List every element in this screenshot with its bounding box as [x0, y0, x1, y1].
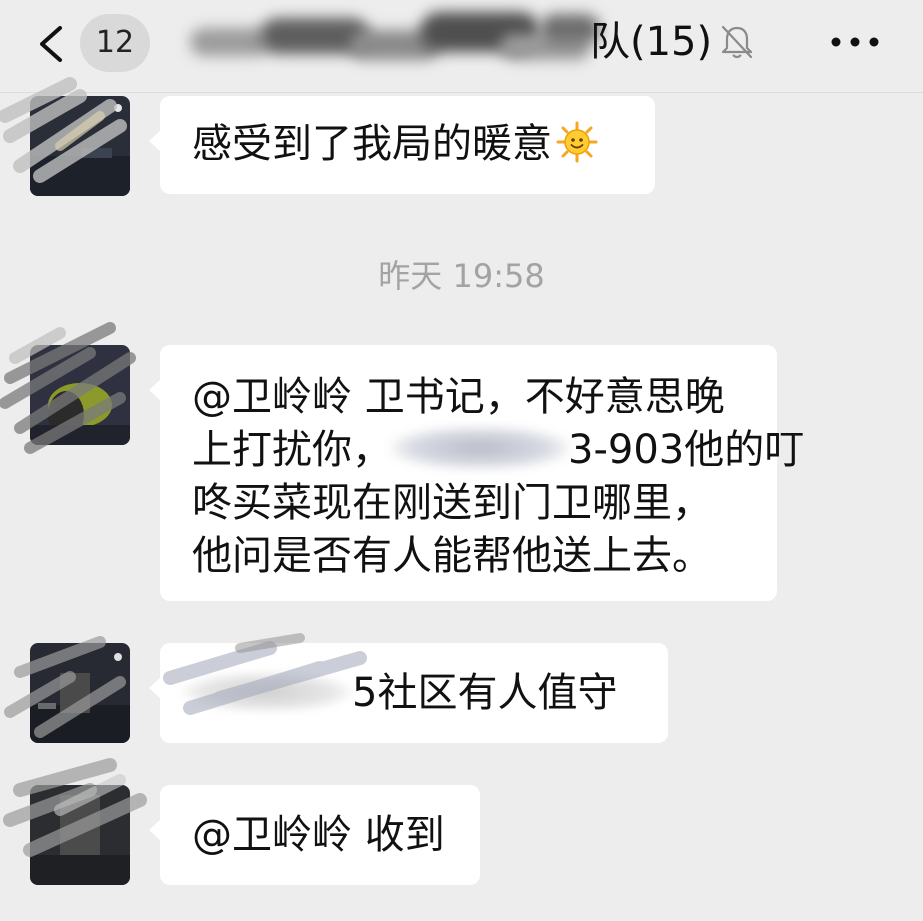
avatar-redaction-scribble: [4, 636, 126, 738]
message-bubble[interactable]: @卫岭岭 收到: [149, 785, 480, 885]
message-text-line: 咚买菜现在刚送到门卫哪里，: [192, 480, 712, 526]
text-redaction-scribble: [163, 633, 367, 715]
message-text-fragment: 3-903他的叮: [568, 427, 805, 473]
avatar-redaction-scribble: [0, 322, 136, 454]
message-text-line: @卫岭岭 卫书记，不好意思晚: [192, 374, 725, 420]
message-text-line-redacted: 上打扰你， 3-903他的叮: [192, 424, 804, 477]
message-bubble[interactable]: 感受到了我局的暖意: [149, 96, 655, 194]
redacted-text: [392, 427, 568, 469]
bell-muted-icon: [721, 25, 753, 59]
unread-count-badge[interactable]: 12: [80, 14, 150, 72]
message-timestamp: 昨天 19:58: [378, 257, 545, 295]
avatar-redaction-scribble: [0, 77, 127, 183]
message-text-line: 他问是否有人能帮他送上去。: [192, 533, 712, 579]
avatar-redaction-scribble: [3, 758, 147, 857]
sun-emoji-icon: [556, 121, 598, 177]
message-text: @卫岭岭 收到: [192, 812, 445, 858]
message-bubble[interactable]: @卫岭岭 卫书记，不好意思晚 上打扰你， 3-903他的叮 咚买菜现在刚送到门卫哪…: [149, 345, 804, 601]
chevron-left-icon[interactable]: [36, 26, 66, 62]
message-text: 感受到了我局的暖意: [192, 121, 552, 167]
chat-title[interactable]: 队(15): [590, 16, 712, 68]
message-text-fragment: 上打扰你，: [192, 427, 392, 473]
more-dots-icon[interactable]: [828, 30, 882, 54]
